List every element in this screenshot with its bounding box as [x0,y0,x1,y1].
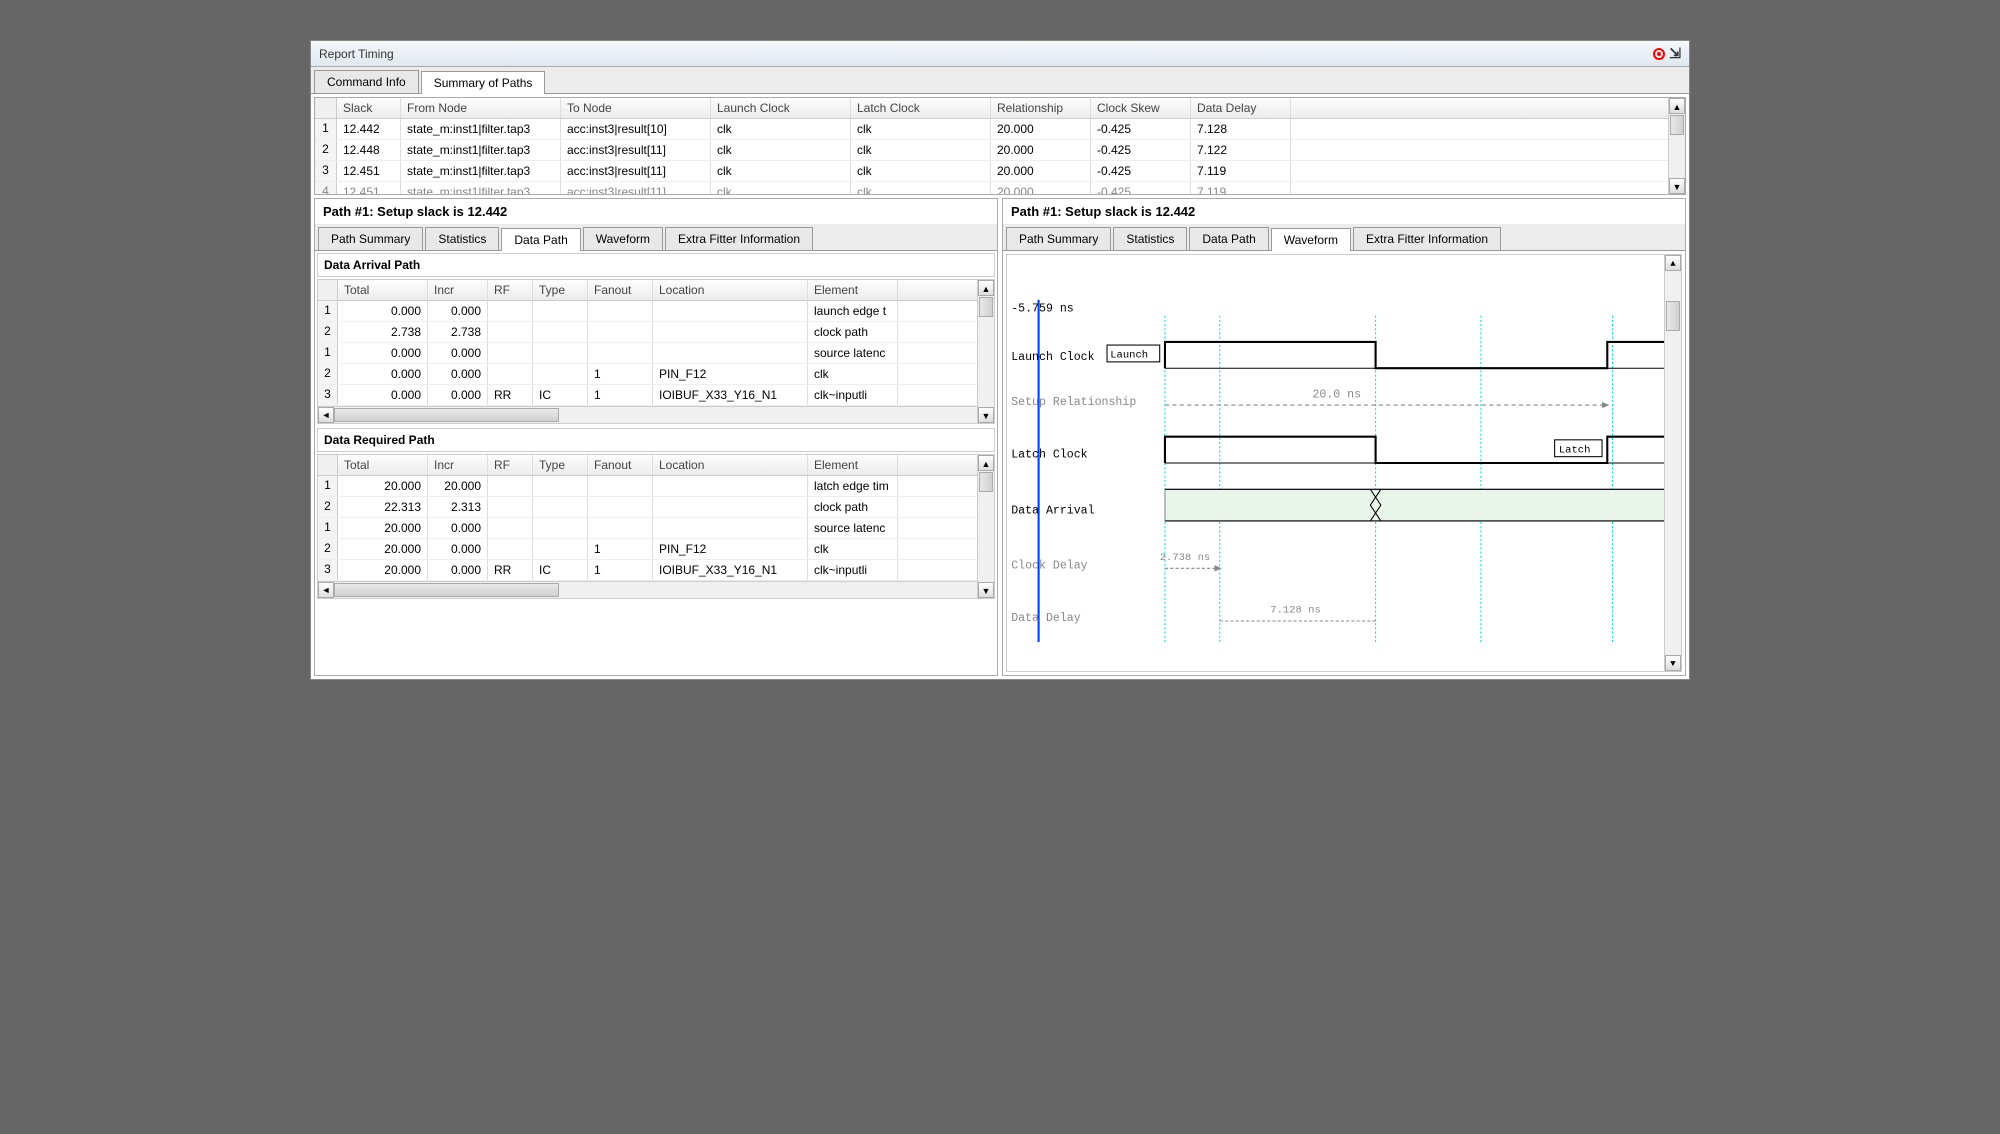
col-slack[interactable]: Slack [337,98,401,118]
tab-summary-of-paths[interactable]: Summary of Paths [421,71,546,94]
table-row[interactable]: 2 0.000 0.000 1 PIN_F12 clk [318,364,994,385]
cursor-label: -5.759 ns [1011,302,1074,315]
summary-vscroll[interactable]: ▲ ▼ [1668,98,1685,194]
required-vscroll[interactable]: ▲ ▼ [977,455,994,598]
tab-waveform[interactable]: Waveform [583,227,663,250]
table-row[interactable]: 3 20.000 0.000 RR IC 1 IOIBUF_X33_Y16_N1… [318,560,994,581]
svg-text:Clock Delay: Clock Delay [1011,559,1087,572]
svg-text:Data Arrival: Data Arrival [1011,505,1094,518]
col-rel[interactable]: Relationship [991,98,1091,118]
col-delay[interactable]: Data Delay [1191,98,1291,118]
titlebar: Report Timing ⇲ [311,41,1689,67]
right-sub-tabs: Path Summary Statistics Data Path Wavefo… [1003,224,1685,251]
top-tabs: Command Info Summary of Paths [311,67,1689,94]
arrival-hscroll[interactable]: ◄ ► [318,406,994,423]
arrival-vscroll[interactable]: ▲ ▼ [977,280,994,423]
col-from[interactable]: From Node [401,98,561,118]
table-row[interactable]: 2 2.738 2.738 clock path [318,322,994,343]
table-row[interactable]: 1 20.000 20.000 latch edge tim [318,476,994,497]
table-row[interactable]: 4 12.451 state_m:inst1|filter.tap3 acc:i… [315,182,1685,194]
table-row[interactable]: 1 0.000 0.000 source latenc [318,343,994,364]
col-to[interactable]: To Node [561,98,711,118]
tab-command-info[interactable]: Command Info [314,70,419,93]
tab-path-summary-r[interactable]: Path Summary [1006,227,1111,250]
report-timing-window: Report Timing ⇲ Command Info Summary of … [310,40,1690,680]
left-sub-tabs: Path Summary Statistics Data Path Wavefo… [315,224,997,251]
scroll-thumb[interactable] [1670,115,1684,135]
summary-paths-grid: Slack From Node To Node Launch Clock Lat… [314,97,1686,195]
tab-extra-fitter[interactable]: Extra Fitter Information [665,227,813,250]
scroll-down-icon[interactable]: ▼ [1669,178,1685,194]
tab-path-summary[interactable]: Path Summary [318,227,423,250]
left-panel: Path #1: Setup slack is 12.442 Path Summ… [314,198,998,676]
record-icon[interactable] [1653,48,1665,60]
table-row[interactable]: 2 20.000 0.000 1 PIN_F12 clk [318,539,994,560]
table-row[interactable]: 3 0.000 0.000 RR IC 1 IOIBUF_X33_Y16_N1 … [318,385,994,406]
waveform-vscroll[interactable]: ▲ ▼ [1664,255,1681,671]
svg-text:Data Delay: Data Delay [1011,612,1081,625]
table-row[interactable]: 1 20.000 0.000 source latenc [318,518,994,539]
tab-waveform-r[interactable]: Waveform [1271,228,1351,251]
col-launch[interactable]: Launch Clock [711,98,851,118]
window-title: Report Timing [319,47,394,61]
tab-extra-fitter-r[interactable]: Extra Fitter Information [1353,227,1501,250]
required-title: Data Required Path [317,428,995,452]
svg-text:Launch: Launch [1110,350,1148,362]
left-panel-title: Path #1: Setup slack is 12.442 [315,199,997,224]
arrival-title: Data Arrival Path [317,253,995,277]
svg-text:2.738 ns: 2.738 ns [1160,552,1210,564]
tab-data-path[interactable]: Data Path [501,228,580,251]
tab-statistics-r[interactable]: Statistics [1113,227,1187,250]
svg-text:Setup Relationship: Setup Relationship [1011,396,1136,409]
svg-text:Launch Clock: Launch Clock [1011,351,1094,364]
svg-text:Latch Clock: Latch Clock [1011,449,1087,462]
scroll-up-icon[interactable]: ▲ [1669,98,1685,114]
right-panel-title: Path #1: Setup slack is 12.442 [1003,199,1685,224]
expand-icon[interactable]: ⇲ [1669,45,1681,62]
tab-statistics[interactable]: Statistics [425,227,499,250]
table-row[interactable]: 1 0.000 0.000 launch edge t [318,301,994,322]
svg-text:20.0 ns: 20.0 ns [1312,389,1361,402]
right-panel: Path #1: Setup slack is 12.442 Path Summ… [1002,198,1686,676]
waveform-area[interactable]: -5.759 ns Launch Clock Launch [1006,254,1682,672]
table-row[interactable]: 2 22.313 2.313 clock path [318,497,994,518]
svg-text:7.128 ns: 7.128 ns [1270,605,1320,617]
tab-data-path-r[interactable]: Data Path [1189,227,1268,250]
required-hscroll[interactable]: ◄ ► [318,581,994,598]
col-skew[interactable]: Clock Skew [1091,98,1191,118]
table-row[interactable]: 2 12.448 state_m:inst1|filter.tap3 acc:i… [315,140,1685,161]
arrival-grid: Total Incr RF Type Fanout Location Eleme… [317,279,995,424]
required-grid: Total Incr RF Type Fanout Location Eleme… [317,454,995,599]
table-row[interactable]: 1 12.442 state_m:inst1|filter.tap3 acc:i… [315,119,1685,140]
col-latch[interactable]: Latch Clock [851,98,991,118]
svg-text:Latch: Latch [1559,444,1591,456]
table-row[interactable]: 3 12.451 state_m:inst1|filter.tap3 acc:i… [315,161,1685,182]
